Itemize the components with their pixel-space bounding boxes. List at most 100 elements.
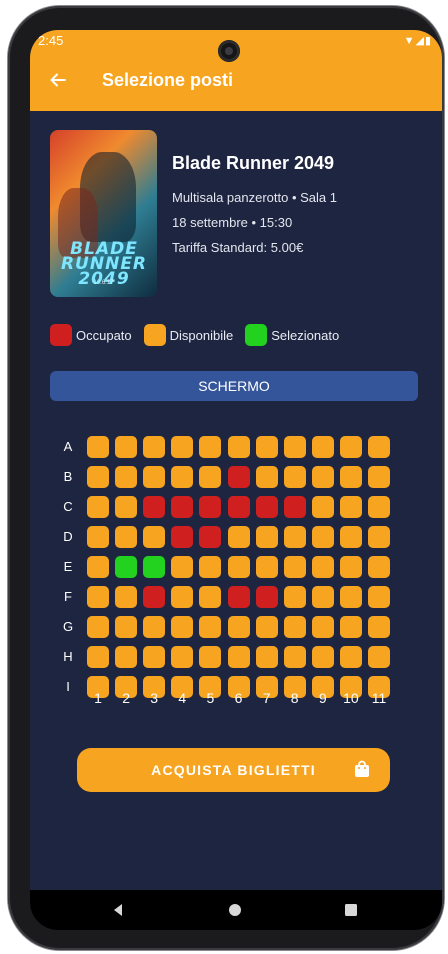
seat-a11-available[interactable]: [368, 436, 390, 458]
seat-g3-available[interactable]: [143, 616, 166, 638]
seat-h8-available[interactable]: [283, 646, 306, 668]
seat-a2-available[interactable]: [115, 436, 138, 458]
row-label-e: E: [63, 559, 73, 574]
seat-f1-available[interactable]: [87, 586, 109, 608]
seat-g4-available[interactable]: [171, 616, 194, 638]
seat-g7-available[interactable]: [255, 616, 278, 638]
legend-occupied: Occupato: [50, 324, 132, 346]
seat-c2-available[interactable]: [115, 496, 138, 518]
seat-g8-available[interactable]: [283, 616, 306, 638]
seat-g1-available[interactable]: [87, 616, 109, 638]
seat-b8-available[interactable]: [283, 466, 306, 488]
seat-f8-available[interactable]: [283, 586, 306, 608]
seat-b3-available[interactable]: [143, 466, 166, 488]
buy-tickets-button[interactable]: ACQUISTA BIGLIETTI: [77, 748, 390, 792]
seat-g2-available[interactable]: [115, 616, 138, 638]
nav-home-button[interactable]: [225, 900, 247, 920]
seat-g10-available[interactable]: [339, 616, 362, 638]
legend-label: Occupato: [76, 327, 132, 343]
seat-a1-available[interactable]: [87, 436, 109, 458]
seat-g9-available[interactable]: [311, 616, 334, 638]
seat-e1-available[interactable]: [87, 556, 109, 578]
nav-back-button[interactable]: [108, 900, 130, 920]
app-screen: 2:45 ▼◢▮ Selezione posti BLADE RUNNER 20…: [30, 30, 442, 930]
seat-g5-available[interactable]: [199, 616, 222, 638]
seat-e5-available[interactable]: [199, 556, 222, 578]
row-label-c: C: [63, 499, 73, 514]
seat-d1-available[interactable]: [87, 526, 109, 548]
back-button[interactable]: [44, 66, 72, 94]
seat-b5-available[interactable]: [199, 466, 222, 488]
seat-f7-occupied: [255, 586, 278, 608]
seat-e4-available[interactable]: [171, 556, 194, 578]
seat-h4-available[interactable]: [171, 646, 194, 668]
seat-d9-available[interactable]: [311, 526, 334, 548]
legend-label: Disponibile: [169, 327, 234, 343]
seat-h5-available[interactable]: [199, 646, 222, 668]
seat-b9-available[interactable]: [311, 466, 334, 488]
nav-recents-button[interactable]: [341, 900, 363, 920]
seat-c9-available[interactable]: [311, 496, 334, 518]
row-label-f: F: [64, 589, 72, 604]
legend-selected: Selezionato: [245, 324, 339, 346]
seat-h11-available[interactable]: [368, 646, 390, 668]
seat-e2-selected[interactable]: [115, 556, 138, 578]
seat-a6-available[interactable]: [227, 436, 250, 458]
seat-c5-occupied: [199, 496, 222, 518]
seat-f5-available[interactable]: [199, 586, 222, 608]
seat-c11-available[interactable]: [368, 496, 390, 518]
seat-e6-available[interactable]: [227, 556, 250, 578]
seat-b10-available[interactable]: [339, 466, 362, 488]
seat-a9-available[interactable]: [311, 436, 334, 458]
seat-a5-available[interactable]: [199, 436, 222, 458]
seat-d7-available[interactable]: [255, 526, 278, 548]
seat-d6-available[interactable]: [227, 526, 250, 548]
occupied-swatch: [50, 324, 72, 346]
seat-h7-available[interactable]: [255, 646, 278, 668]
seat-h1-available[interactable]: [87, 646, 109, 668]
seat-h3-available[interactable]: [143, 646, 166, 668]
seat-b1-available[interactable]: [87, 466, 109, 488]
seat-h2-available[interactable]: [115, 646, 138, 668]
seat-e7-available[interactable]: [255, 556, 278, 578]
seat-f10-available[interactable]: [339, 586, 362, 608]
seat-a4-available[interactable]: [171, 436, 194, 458]
seat-d2-available[interactable]: [115, 526, 138, 548]
seat-f11-available[interactable]: [368, 586, 390, 608]
seat-d10-available[interactable]: [339, 526, 362, 548]
seat-b4-available[interactable]: [171, 466, 194, 488]
seat-d3-available[interactable]: [143, 526, 166, 548]
seat-a10-available[interactable]: [339, 436, 362, 458]
seat-c1-available[interactable]: [87, 496, 109, 518]
seat-a8-available[interactable]: [283, 436, 306, 458]
page-title: Selezione posti: [102, 70, 234, 90]
seat-e11-available[interactable]: [368, 556, 390, 578]
seat-h10-available[interactable]: [339, 646, 362, 668]
movie-poster: BLADE RUNNER 2049 10.6.17: [50, 130, 157, 297]
seat-b11-available[interactable]: [368, 466, 390, 488]
movie-title: Blade Runner 2049: [172, 153, 335, 173]
seat-e10-available[interactable]: [339, 556, 362, 578]
seat-e3-selected[interactable]: [143, 556, 166, 578]
seat-d8-available[interactable]: [283, 526, 306, 548]
seat-c8-occupied: [283, 496, 306, 518]
seat-b7-available[interactable]: [255, 466, 278, 488]
seat-a7-available[interactable]: [255, 436, 278, 458]
seat-c10-available[interactable]: [339, 496, 362, 518]
seat-f4-available[interactable]: [171, 586, 194, 608]
seat-e9-available[interactable]: [311, 556, 334, 578]
seat-c7-occupied: [255, 496, 278, 518]
seat-h6-available[interactable]: [227, 646, 250, 668]
seat-e8-available[interactable]: [283, 556, 306, 578]
seat-f2-available[interactable]: [115, 586, 138, 608]
seat-b2-available[interactable]: [115, 466, 138, 488]
column-label-7: 7: [262, 690, 271, 706]
seat-g11-available[interactable]: [368, 616, 390, 638]
recents-square-icon: [345, 904, 357, 916]
seat-h9-available[interactable]: [311, 646, 334, 668]
seat-g6-available[interactable]: [227, 616, 250, 638]
seat-a3-available[interactable]: [143, 436, 166, 458]
seat-d11-available[interactable]: [368, 526, 390, 548]
seat-f9-available[interactable]: [311, 586, 334, 608]
column-label-6: 6: [234, 690, 243, 706]
